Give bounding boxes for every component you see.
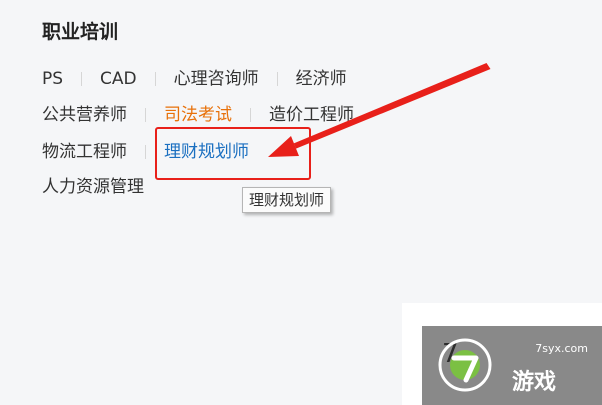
link-separator xyxy=(250,108,251,122)
link-ps[interactable]: PS xyxy=(42,67,63,91)
link-human-resources[interactable]: 人力资源管理 xyxy=(42,175,144,199)
watermark-url: 7syx.com xyxy=(535,342,588,355)
watermark-logo-icon xyxy=(438,338,492,392)
link-economist[interactable]: 经济师 xyxy=(296,67,347,91)
link-row-1: PS CAD 心理咨询师 经济师 xyxy=(42,67,347,91)
watermark-brand: 游戏 xyxy=(512,370,557,395)
link-cost-engineer[interactable]: 造价工程师 xyxy=(269,103,354,127)
tooltip-text: 理财规划师 xyxy=(249,191,325,209)
link-separator xyxy=(81,72,83,86)
link-cad[interactable]: CAD xyxy=(100,67,137,91)
link-separator xyxy=(154,72,156,86)
link-psychological-counselor[interactable]: 心理咨询师 xyxy=(174,67,259,91)
link-separator xyxy=(276,72,278,86)
link-row-2: 公共营养师 司法考试 造价工程师 xyxy=(42,103,354,127)
link-judicial-exam[interactable]: 司法考试 xyxy=(164,103,232,127)
link-logistics-engineer[interactable]: 物流工程师 xyxy=(42,140,127,164)
watermark: 7syx.com 游戏 xyxy=(422,326,602,405)
link-separator xyxy=(145,145,146,159)
link-row-4: 人力资源管理 xyxy=(42,175,144,199)
annotation-highlight-box xyxy=(155,127,311,180)
link-separator xyxy=(145,108,146,122)
section-title: 职业培训 xyxy=(42,21,119,43)
link-public-nutritionist[interactable]: 公共营养师 xyxy=(42,103,127,127)
tooltip: 理财规划师 xyxy=(242,187,332,213)
